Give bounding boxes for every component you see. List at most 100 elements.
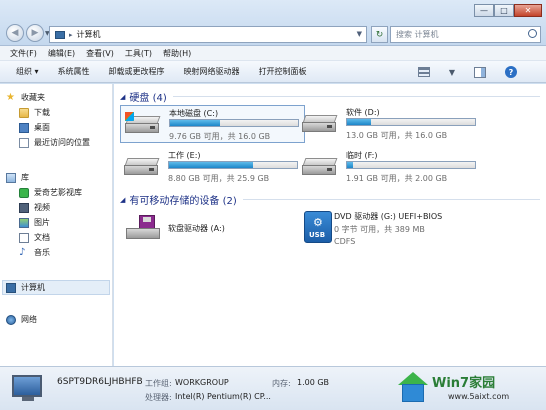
title-bar: — □ ✕ ◀ ▶ ▼ ▸ 计算机 ▼ ↻ 搜索 计算机	[0, 0, 546, 46]
address-bar[interactable]: ▸ 计算机 ▼	[49, 26, 367, 43]
menu-tools[interactable]: 工具(T)	[125, 48, 152, 59]
change-view-icon[interactable]	[417, 67, 430, 77]
drive-free-space: 8.80 GB 可用，共 25.9 GB	[168, 174, 270, 183]
sidebar-item-music[interactable]: ♪ 音乐	[6, 245, 82, 260]
menu-file[interactable]: 文件(F)	[10, 48, 37, 59]
sidebar-item-pictures[interactable]: 图片	[6, 215, 82, 230]
drive-free-space: 9.76 GB 可用，共 16.0 GB	[169, 132, 271, 141]
menu-bar: 文件(F) 编辑(E) 查看(V) 工具(T) 帮助(H)	[0, 46, 546, 61]
drive-free-space: 13.0 GB 可用，共 16.0 GB	[346, 131, 448, 140]
search-input[interactable]: 搜索 计算机	[390, 26, 541, 43]
documents-icon	[19, 232, 29, 243]
view-options-dropdown-icon[interactable]: ▼	[449, 68, 455, 77]
watermark-title: Win7家园	[432, 376, 496, 391]
drive-name: 工作 (E:)	[168, 151, 201, 160]
sidebar-item-recent-places[interactable]: 最近访问的位置	[6, 135, 90, 150]
sidebar-item-libraries[interactable]: 库	[6, 170, 82, 185]
drive-d[interactable]: 软件 (D:) 13.0 GB 可用，共 16.0 GB	[298, 105, 483, 143]
sidebar-item-videos[interactable]: 视频	[6, 200, 82, 215]
menu-edit[interactable]: 编辑(E)	[48, 48, 75, 59]
network-icon	[6, 314, 16, 325]
organize-button[interactable]: 组织 ▾	[16, 66, 39, 77]
open-control-panel-button[interactable]: 打开控制面板	[259, 66, 307, 77]
command-bar: 组织 ▾ 系统属性 卸载或更改程序 映射网络驱动器 打开控制面板 ▼ ?	[0, 61, 546, 83]
removable-storage-title: 有可移动存储的设备 (2)	[129, 196, 237, 207]
hard-drive-icon	[124, 158, 160, 178]
maximize-button[interactable]: □	[494, 4, 514, 17]
drive-name: 软件 (D:)	[346, 108, 380, 117]
hard-disks-header[interactable]: ◢ 硬盘 (4)	[120, 89, 540, 104]
computer-icon	[6, 282, 16, 293]
sidebar-item-label: 桌面	[34, 123, 50, 132]
processor-label: 处理器:	[145, 393, 172, 402]
drive-usage-bar	[168, 161, 298, 169]
hard-drive-icon	[125, 112, 161, 136]
drive-c[interactable]: 本地磁盘 (C:) 9.76 GB 可用，共 16.0 GB	[120, 105, 305, 143]
windows-logo-icon	[125, 112, 134, 121]
memory-label: 内存:	[272, 379, 291, 388]
usb-dvd-drive-icon: ⚙ USB	[304, 211, 332, 243]
pictures-icon	[19, 217, 29, 228]
sidebar-item-label: 库	[21, 173, 29, 182]
sidebar-item-desktop[interactable]: 桌面	[6, 120, 90, 135]
minimize-button[interactable]: —	[474, 4, 494, 17]
drive-free-space: 1.91 GB 可用，共 2.00 GB	[346, 174, 448, 183]
drive-f[interactable]: 临时 (F:) 1.91 GB 可用，共 2.00 GB	[298, 148, 483, 186]
breadcrumb-separator-icon[interactable]: ▸	[69, 31, 73, 39]
sidebar-item-label: 下载	[34, 108, 50, 117]
forward-button[interactable]: ▶	[26, 24, 44, 42]
content-pane: ◢ 硬盘 (4) 本地磁盘 (C:) 9.76 GB 可用，共 16.0 GB …	[114, 84, 546, 366]
sidebar-item-downloads[interactable]: 下载	[6, 105, 90, 120]
menu-view[interactable]: 查看(V)	[86, 48, 114, 59]
menu-help[interactable]: 帮助(H)	[163, 48, 191, 59]
computer-stand-icon	[22, 397, 34, 401]
drive-filesystem: CDFS	[334, 237, 356, 246]
network-group: 网络	[6, 312, 37, 327]
section-divider	[172, 96, 540, 97]
dvd-drive-g[interactable]: ⚙ USB DVD 驱动器 (G:) UEFI+BIOS 0 字节 可用，共 3…	[300, 209, 530, 247]
breadcrumb-computer[interactable]: 计算机	[77, 29, 101, 40]
sidebar-item-iqiyi-library[interactable]: 爱奇艺影视库	[6, 185, 82, 200]
search-icon	[528, 29, 537, 38]
music-icon: ♪	[19, 246, 26, 258]
favorites-group: ★ 收藏夹 下载 桌面 最近访问的位置	[6, 90, 90, 150]
sidebar-item-label: 最近访问的位置	[34, 138, 90, 147]
sidebar-item-documents[interactable]: 文档	[6, 230, 82, 245]
floppy-drive-a[interactable]: 软盘驱动器 (A:)	[120, 209, 305, 247]
back-button[interactable]: ◀	[6, 24, 24, 42]
close-button[interactable]: ✕	[514, 4, 542, 17]
videos-icon	[19, 202, 29, 213]
computer-name: 6SPT9DR6LJHBHFB	[57, 377, 143, 387]
help-icon[interactable]: ?	[505, 66, 517, 78]
collapse-arrow-icon[interactable]: ◢	[120, 196, 125, 204]
sidebar-item-favorites[interactable]: ★ 收藏夹	[6, 90, 90, 105]
computer-group: 计算机	[6, 280, 45, 295]
downloads-folder-icon	[19, 107, 29, 118]
sidebar-item-computer[interactable]: 计算机	[6, 280, 45, 295]
computer-icon	[12, 375, 42, 397]
refresh-button[interactable]: ↻	[371, 26, 388, 43]
hard-drive-icon	[302, 158, 338, 178]
workgroup-label: 工作组:	[145, 379, 172, 388]
hard-drive-icon	[302, 115, 338, 135]
navigation-pane: ★ 收藏夹 下载 桌面 最近访问的位置 库 爱奇艺影视库 视频 图片 文档 ♪ …	[0, 84, 113, 366]
address-dropdown-icon[interactable]: ▼	[357, 30, 362, 38]
sidebar-item-label: 图片	[34, 218, 50, 227]
preview-pane-icon[interactable]	[474, 66, 486, 78]
system-properties-button[interactable]: 系统属性	[58, 66, 90, 77]
section-divider	[242, 199, 540, 200]
view-controls: ▼ ?	[417, 66, 536, 78]
sidebar-item-label: 音乐	[34, 248, 50, 257]
watermark-url: www.5aixt.com	[448, 392, 510, 401]
house-logo-icon	[398, 372, 428, 404]
drive-e[interactable]: 工作 (E:) 8.80 GB 可用，共 25.9 GB	[120, 148, 305, 186]
sidebar-item-network[interactable]: 网络	[6, 312, 37, 327]
drive-free-space: 0 字节 可用，共 389 MB	[334, 225, 425, 234]
removable-storage-header[interactable]: ◢ 有可移动存储的设备 (2)	[120, 192, 540, 207]
library-icon	[6, 172, 16, 183]
sidebar-item-label: 文档	[34, 233, 50, 242]
uninstall-program-button[interactable]: 卸载或更改程序	[109, 66, 165, 77]
collapse-arrow-icon[interactable]: ◢	[120, 93, 125, 101]
drive-usage-bar	[346, 161, 476, 169]
map-network-drive-button[interactable]: 映射网络驱动器	[184, 66, 240, 77]
